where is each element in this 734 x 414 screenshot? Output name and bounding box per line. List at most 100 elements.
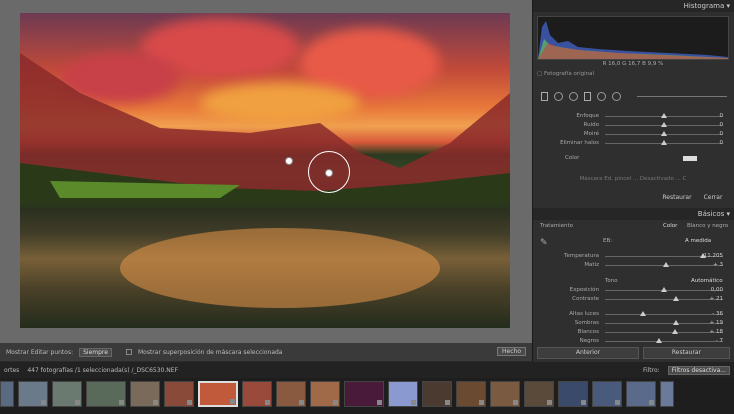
show-pins-select[interactable]: Siempre <box>79 347 112 357</box>
slider-knob[interactable] <box>663 262 670 267</box>
slider-value[interactable]: - 36 <box>712 311 723 317</box>
histogram <box>537 16 729 60</box>
filmstrip-thumbnail[interactable] <box>86 381 126 407</box>
slider-value[interactable]: + 3 <box>713 262 723 268</box>
slider-knob[interactable] <box>656 338 663 343</box>
crop-tool-icon[interactable] <box>541 91 548 101</box>
filmstrip-thumbnail[interactable] <box>388 381 418 407</box>
slider-value[interactable]: 0,00 <box>711 287 723 293</box>
filmstrip-thumbnail[interactable] <box>130 381 160 407</box>
slider-label: Sombras <box>574 320 599 326</box>
slider-knob[interactable] <box>661 131 667 136</box>
treatment-label: Tratamiento <box>540 223 573 229</box>
filter-select[interactable]: Filtros desactiva... <box>667 365 730 375</box>
slider-knob[interactable] <box>661 140 667 145</box>
edit-pin[interactable] <box>285 157 293 165</box>
filmstrip-thumbnail[interactable] <box>0 381 14 407</box>
redeye-icon[interactable] <box>569 91 578 101</box>
treatment-bw[interactable]: Blanco y negro <box>687 223 728 229</box>
wb-select[interactable]: A medida <box>685 238 711 244</box>
radial-filter-icon[interactable] <box>597 91 606 101</box>
slider-value[interactable]: 0 <box>720 122 724 128</box>
slider-row: Contraste + 21 <box>537 296 729 304</box>
slider-track[interactable] <box>605 299 723 300</box>
slider-row: Altas luces - 36 <box>537 311 729 319</box>
wb-label: EB: <box>603 238 613 244</box>
slider-knob[interactable] <box>661 113 667 118</box>
slider-knob[interactable] <box>661 287 667 292</box>
slider-value[interactable]: + 19 <box>710 320 723 326</box>
histogram-readout: R 16,0 G 16,7 B 9,9 % <box>602 61 664 67</box>
slider-knob[interactable] <box>661 122 667 127</box>
slider-label: Moiré <box>583 131 599 137</box>
filmstrip-thumbnail-selected[interactable] <box>198 381 238 407</box>
done-button[interactable]: Hecho <box>497 347 526 356</box>
slider-value[interactable]: 0 <box>720 113 724 119</box>
filmstrip-thumbnail[interactable] <box>242 381 272 407</box>
histogram-header[interactable]: Histograma ▾ <box>533 0 734 12</box>
filmstrip-thumbnail[interactable] <box>164 381 194 407</box>
slider-value[interactable]: + 18 <box>710 329 723 335</box>
overlay-label: Mostrar superposición de máscara selecci… <box>137 348 283 356</box>
slider-knob[interactable] <box>671 329 678 334</box>
slider-row: Eliminar halos 0 <box>537 140 729 148</box>
color-swatch[interactable] <box>683 156 697 161</box>
filmstrip-thumbnail[interactable] <box>18 381 48 407</box>
filmstrip-thumbnail[interactable] <box>626 381 656 407</box>
filmstrip-thumbnail[interactable] <box>660 381 674 407</box>
restore-button[interactable]: Restaurar <box>643 347 730 359</box>
histogram-graph <box>538 21 728 59</box>
filmstrip-thumbnail[interactable] <box>456 381 486 407</box>
photo-preview[interactable] <box>20 13 510 328</box>
slider-row: Negros - 7 <box>537 338 729 346</box>
treatment-row: Tratamiento Color Blanco y negro <box>537 223 729 231</box>
filmstrip-thumbnail[interactable] <box>310 381 340 407</box>
filmstrip-thumbnail[interactable] <box>558 381 588 407</box>
edit-pin-selected[interactable] <box>325 169 333 177</box>
slider-label: Temperatura <box>564 253 599 259</box>
filmstrip-thumbnail[interactable] <box>276 381 306 407</box>
slider-value[interactable]: + 21 <box>710 296 723 302</box>
landscape-graphic <box>20 53 510 328</box>
filmstrip-thumbnail[interactable] <box>52 381 82 407</box>
slider-label: Negros <box>579 338 599 344</box>
brush-icon[interactable] <box>612 91 621 101</box>
slider-track[interactable] <box>605 314 723 315</box>
original-photo-label: ▢ Fotografía original <box>537 71 595 77</box>
tone-row: Tono Automático <box>537 278 729 286</box>
overlay-checkbox[interactable] <box>125 349 132 355</box>
slider-label: Ruido <box>583 122 599 128</box>
filmstrip-thumbnail[interactable] <box>592 381 622 407</box>
filmstrip-thumbnail[interactable] <box>490 381 520 407</box>
slider-value[interactable]: - 7 <box>716 338 723 344</box>
eyedropper-icon[interactable]: ✎ <box>540 238 548 248</box>
tone-auto-button[interactable]: Automático <box>691 278 723 284</box>
treatment-color[interactable]: Color <box>663 223 677 229</box>
slider-knob[interactable] <box>639 311 646 316</box>
filmstrip-info[interactable]: 447 fotografías /1 seleccionada(s) /_DSC… <box>27 367 178 374</box>
reset-button[interactable]: Restaurar <box>660 193 694 203</box>
previous-button[interactable]: Anterior <box>537 347 639 359</box>
slider-label: Contraste <box>572 296 599 302</box>
slider-track[interactable] <box>605 341 723 342</box>
filmstrip-thumbnail[interactable] <box>344 381 384 407</box>
slider-knob[interactable] <box>672 320 679 325</box>
slider-track[interactable] <box>605 332 723 333</box>
filmstrip-thumbnail[interactable] <box>422 381 452 407</box>
slider-label: Eliminar halos <box>560 140 599 146</box>
tool-slider[interactable] <box>637 95 727 97</box>
color-row: Color <box>537 155 729 163</box>
basics-header[interactable]: Básicos ▾ <box>533 208 734 220</box>
graduated-filter-icon[interactable] <box>584 91 591 101</box>
edit-toolbar: Mostrar Editar puntos: Siempre Mostrar s… <box>0 343 532 361</box>
slider-value[interactable]: 0 <box>720 140 724 146</box>
slider-knob[interactable] <box>672 296 679 301</box>
slider-value[interactable]: 0 <box>720 131 724 137</box>
slider-track[interactable] <box>605 323 723 324</box>
filter-label: Filtro: <box>642 366 660 374</box>
spot-removal-icon[interactable] <box>554 91 563 101</box>
filmstrip-thumbnail[interactable] <box>524 381 554 407</box>
close-button[interactable]: Cerrar <box>698 193 728 203</box>
slider-label: Enfoque <box>576 113 599 119</box>
slider-value[interactable]: 11.205 <box>704 253 723 259</box>
